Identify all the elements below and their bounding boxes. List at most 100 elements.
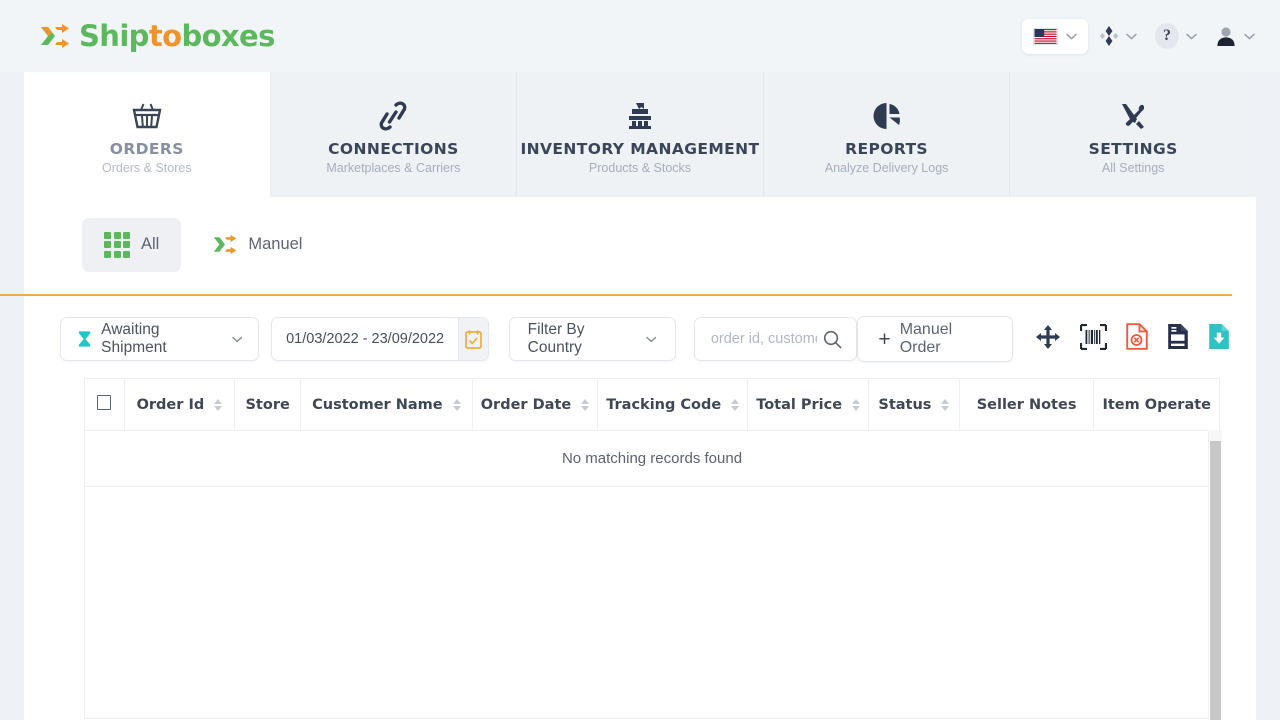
column-label: Seller Notes [976,396,1077,413]
brand-name-part2: to [148,19,182,53]
nav-tab-title: INVENTORY MANAGEMENT [520,139,760,158]
brand-name-part1: Ship [79,19,149,53]
plus-icon: + [878,327,891,351]
shuffle-icon [41,24,69,48]
column-customer-name[interactable]: Customer Name [300,378,473,431]
hourglass-icon [78,331,91,347]
order-source-tabs: All Manuel [24,197,1256,294]
nav-tab-connections[interactable]: CONNECTIONS Marketplaces & Carriers [270,72,518,197]
file-download-icon[interactable] [1208,323,1230,355]
calendar-icon[interactable] [458,318,488,360]
sort-icon[interactable] [941,398,950,411]
empty-message: No matching records found [84,430,1220,487]
question-mark-icon: ? [1155,23,1179,49]
column-label: Tracking Code [606,396,722,413]
orders-table-container: Order Id Store Customer Name Order Date [24,378,1256,720]
column-label: Total Price [756,396,843,413]
table-empty-row: No matching records found [84,430,1220,487]
nav-tab-subtitle: Marketplaces & Carriers [326,160,461,175]
status-filter-label: Awaiting Shipment [101,321,167,356]
table-header-row: Order Id Store Customer Name Order Date [84,378,1220,431]
box-package-icon [623,95,657,133]
nav-tab-subtitle: All Settings [1101,160,1165,175]
table-vertical-scrollbar[interactable] [1208,430,1222,720]
pie-chart-icon [871,95,903,133]
column-label: Status [878,396,932,413]
chevron-down-icon [231,336,242,342]
sort-icon[interactable] [852,398,861,411]
orders-toolbar: Awaiting Shipment 01/03/2022 - 23/09/202… [24,296,1256,378]
status-filter-dropdown[interactable]: Awaiting Shipment [60,317,260,361]
manuel-order-button[interactable]: + Manuel Order [857,316,1013,362]
brand-name: Shiptoboxes [79,19,275,53]
search-input[interactable] [710,331,818,347]
language-selector[interactable] [1022,18,1088,54]
column-label: Store [245,396,290,413]
column-store[interactable]: Store [234,378,301,431]
brand-logo[interactable]: Shiptoboxes [40,19,275,53]
column-label: Item Operate [1102,396,1211,413]
nav-tab-subtitle: Analyze Delivery Logs [824,160,949,175]
us-flag-icon [1033,27,1058,45]
sort-icon[interactable] [581,398,590,411]
sort-icon[interactable] [731,398,740,411]
column-label: Order Id [136,396,205,413]
nav-tab-inventory-management[interactable]: INVENTORY MANAGEMENT Products & Stocks [517,72,764,197]
date-range-picker[interactable]: 01/03/2022 - 23/09/2022 [271,317,489,361]
app-header: Shiptoboxes ? [0,0,1280,72]
user-avatar-icon [1217,27,1235,46]
shopping-basket-icon [130,95,164,133]
table-body: No matching records found [84,430,1220,487]
link-chain-icon [377,95,409,133]
nav-tab-reports[interactable]: REPORTS Analyze Delivery Logs [763,72,1011,197]
chevron-down-icon [1186,33,1197,40]
column-order-date[interactable]: Order Date [471,378,599,431]
header-controls: ? [1022,18,1262,54]
shuffle-icon [214,234,237,255]
table-empty-area [84,487,1220,719]
file-invoice-icon[interactable] [1167,323,1189,355]
table-header: Order Id Store Customer Name Order Date [84,378,1220,431]
column-seller-notes[interactable]: Seller Notes [958,378,1095,431]
grid-icon [104,231,130,258]
column-status[interactable]: Status [868,378,960,431]
nav-tab-title: SETTINGS [1088,139,1178,158]
sort-icon[interactable] [452,398,461,411]
search-icon[interactable] [823,330,842,349]
sub-tab-label: Manuel [248,235,303,253]
main-card: ORDERS Orders & Stores CONNECTIONS Marke… [0,72,1256,720]
column-select-all [84,378,125,431]
move-arrows-icon[interactable] [1035,324,1061,355]
file-cancel-icon[interactable] [1126,323,1148,355]
chevron-down-icon [1244,33,1255,40]
nav-tab-orders[interactable]: ORDERS Orders & Stores [24,72,271,197]
toolbar-action-icons [1035,323,1230,355]
help-menu[interactable]: ? [1148,23,1204,49]
nav-tab-settings[interactable]: SETTINGS All Settings [1010,72,1256,197]
select-all-checkbox[interactable] [97,395,112,410]
barcode-scan-icon[interactable] [1079,323,1108,355]
nav-tab-title: REPORTS [845,139,928,158]
search-container[interactable] [693,317,858,361]
sub-tab-label: All [141,235,160,253]
chevron-down-icon [646,336,657,342]
apps-menu[interactable] [1092,24,1144,48]
sort-icon[interactable] [214,398,223,411]
nav-tab-subtitle: Orders & Stores [101,160,192,175]
column-order-id[interactable]: Order Id [123,378,236,431]
nav-tab-title: CONNECTIONS [328,139,459,158]
diamonds-icon [1099,26,1119,46]
country-filter-label: Filter By Country [527,321,585,356]
column-tracking-code[interactable]: Tracking Code [597,378,749,431]
sub-tab-manuel[interactable]: Manuel [191,220,324,269]
nav-tab-title: ORDERS [109,139,184,158]
sub-tab-all[interactable]: All [82,217,182,272]
column-label: Order Date [480,396,572,413]
scrollbar-thumb[interactable] [1210,441,1221,720]
country-filter-dropdown[interactable]: Filter By Country [508,317,676,361]
column-label: Customer Name [312,396,443,413]
chevron-down-icon [1066,33,1077,40]
column-total-price[interactable]: Total Price [747,378,870,431]
account-menu[interactable] [1208,24,1262,48]
tools-wrench-icon [1117,95,1149,133]
